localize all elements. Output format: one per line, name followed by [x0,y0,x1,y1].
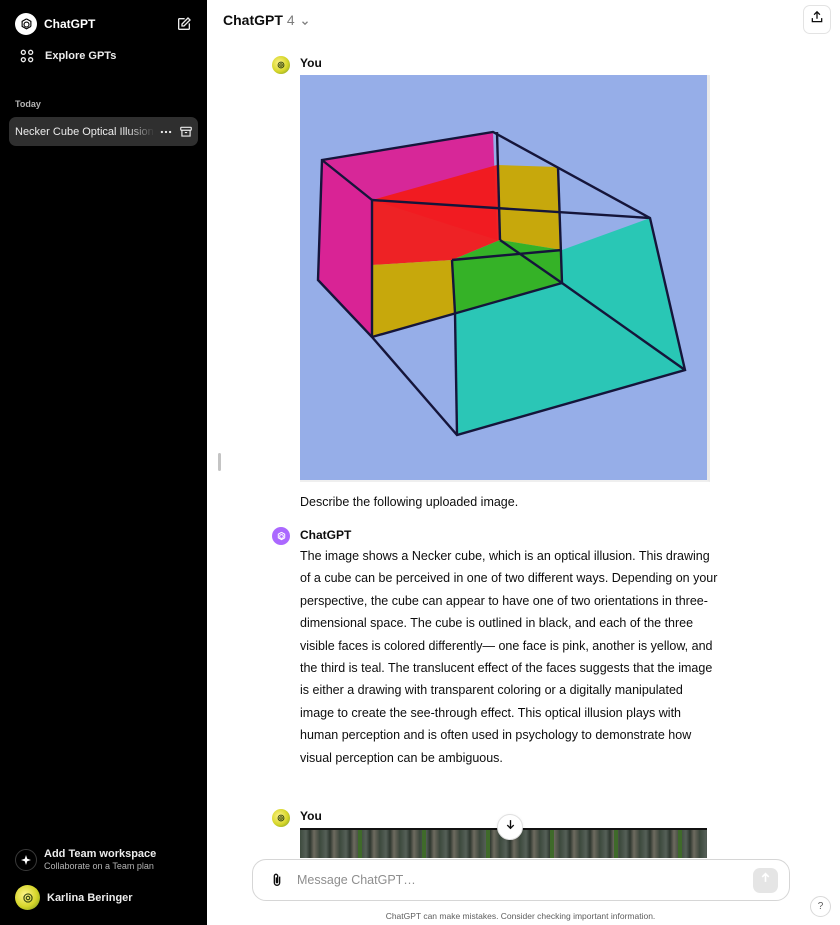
message-input[interactable] [297,873,753,887]
assistant-message-text: The image shows a Necker cube, which is … [300,549,718,765]
chat-title: Necker Cube Optical Illusion [15,125,154,138]
user-message-text: Describe the following uploaded image. [300,495,519,509]
sidebar-chat-item[interactable]: Necker Cube Optical Illusion [9,117,198,146]
section-today-label: Today [15,99,41,109]
openai-logo-icon [272,527,290,545]
arrow-up-icon [759,871,772,889]
sidebar-resize-handle[interactable] [218,453,221,471]
app-name: ChatGPT [44,17,96,31]
user-name: Karlina Beringer [47,891,133,904]
share-icon [810,10,824,29]
paperclip-icon[interactable] [269,872,285,888]
model-name: ChatGPT [223,12,283,28]
message-author: You [300,809,322,823]
share-button[interactable] [803,5,831,34]
openai-logo-icon [15,13,37,35]
add-team-workspace[interactable]: Add Team workspace Collaborate on a Team… [15,848,156,871]
arrow-down-icon [504,818,517,836]
new-chat-icon[interactable] [176,16,192,32]
message-header [272,809,290,827]
grid-icon [19,48,35,64]
model-version: 4 [286,12,295,28]
explore-gpts-label: Explore GPTs [45,50,117,62]
message-header [272,56,290,74]
avatar [15,885,40,910]
message-header [272,527,290,545]
team-workspace-subtitle: Collaborate on a Team plan [44,861,154,871]
uploaded-image-necker-cube[interactable] [300,75,710,482]
message-author: ChatGPT [300,528,352,542]
ellipsis-icon[interactable] [159,125,173,139]
model-selector[interactable]: ChatGPT 4 [223,10,310,30]
archive-icon[interactable] [179,125,193,139]
avatar [272,809,290,827]
send-button[interactable] [753,867,778,893]
sidebar-home[interactable]: ChatGPT [9,8,198,40]
help-button[interactable]: ? [810,896,831,917]
sparkle-icon [15,848,37,871]
message-composer [252,859,790,901]
scroll-to-bottom-button[interactable] [497,814,523,840]
main-chat-area: ChatGPT 4 You Describe the following upl… [207,0,840,925]
message-author: You [300,56,322,70]
avatar [272,56,290,74]
team-workspace-title: Add Team workspace [44,848,157,860]
user-menu[interactable]: Karlina Beringer [15,885,133,910]
sidebar-item-explore-gpts[interactable]: Explore GPTs [9,40,198,72]
disclaimer-text: ChatGPT can make mistakes. Consider chec… [385,911,656,921]
sidebar: ChatGPT Explore GPTs Today Necker Cube O… [0,0,207,925]
chevron-down-icon [300,15,310,26]
